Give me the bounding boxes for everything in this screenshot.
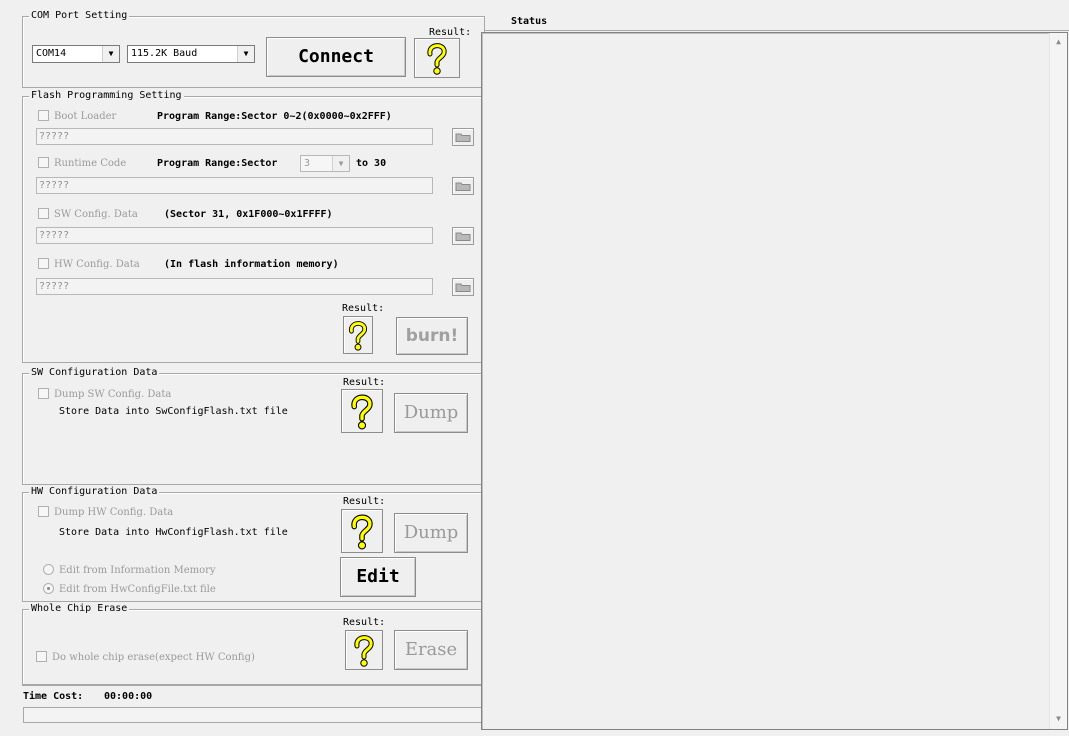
runtime-sector-select[interactable]: 3 ▼ xyxy=(300,155,350,172)
status-title-line xyxy=(484,30,1069,31)
com-port-select[interactable]: COM14 ▼ xyxy=(32,45,120,63)
runtime-sector-value: 3 xyxy=(304,158,311,169)
time-cost-label: Time Cost: xyxy=(23,691,84,702)
whole-chip-erase-checkbox[interactable]: Do whole chip erase(expect HW Config) xyxy=(36,651,255,664)
flash-programming-title: Flash Programming Setting xyxy=(29,89,184,103)
runtime-range-prefix: Program Range:Sector xyxy=(157,158,278,169)
chevron-down-icon: ▼ xyxy=(102,46,119,62)
radio-edit-hwconfig-file[interactable]: Edit from HwConfigFile.txt file xyxy=(43,583,216,596)
radio-edit-information-memory[interactable]: Edit from Information Memory xyxy=(43,564,216,577)
sw-configuration-title: SW Configuration Data xyxy=(29,366,160,380)
hw-config-checkbox[interactable]: HW Config. Data xyxy=(38,258,140,271)
hw-store-text: Store Data into HwConfigFlash.txt file xyxy=(59,527,288,538)
radio-circle-selected xyxy=(43,583,54,594)
burn-button[interactable]: burn! xyxy=(396,317,468,355)
connect-result-icon xyxy=(414,38,460,78)
status-log-area[interactable]: ▲ ▼ xyxy=(481,32,1068,730)
scroll-up-arrow-icon[interactable]: ▲ xyxy=(1050,37,1067,46)
hw-dump-result-icon xyxy=(341,509,383,553)
erase-result-icon xyxy=(345,630,383,670)
dump-hw-label: Dump HW Config. Data xyxy=(54,507,174,518)
question-icon xyxy=(354,635,374,667)
sw-config-folder-button[interactable] xyxy=(452,227,474,245)
checkbox-box xyxy=(38,258,49,269)
sw-config-path-field[interactable]: ????? xyxy=(36,227,433,244)
burn-result-label: Result: xyxy=(342,303,385,314)
sw-config-range: (Sector 31, 0x1F000~0x1FFFF) xyxy=(164,209,333,220)
boot-loader-range: Program Range:Sector 0~2(0x0000~0x2FFF) xyxy=(157,111,392,122)
chevron-down-icon: ▼ xyxy=(237,46,254,62)
time-cost-value: 00:00:00 xyxy=(104,691,153,702)
hw-dump-result-label: Result: xyxy=(343,496,386,507)
whole-chip-erase-title: Whole Chip Erase xyxy=(29,602,130,616)
sw-dump-result-icon xyxy=(341,389,383,433)
radio-file-label: Edit from HwConfigFile.txt file xyxy=(59,584,216,595)
connect-button[interactable]: Connect xyxy=(266,37,406,77)
checkbox-box xyxy=(38,157,49,168)
baud-rate-value: 115.2K Baud xyxy=(131,48,198,59)
question-icon xyxy=(427,43,447,75)
status-scrollbar[interactable]: ▲ ▼ xyxy=(1049,33,1067,729)
folder-icon xyxy=(455,182,471,191)
chevron-down-icon: ▼ xyxy=(332,156,349,171)
hw-config-range: (In flash information memory) xyxy=(164,259,339,270)
folder-icon xyxy=(455,283,471,292)
runtime-folder-button[interactable] xyxy=(452,177,474,195)
sw-dump-result-label: Result: xyxy=(343,377,386,388)
sw-dump-button[interactable]: Dump xyxy=(394,393,468,433)
boot-loader-folder-button[interactable] xyxy=(452,128,474,146)
progress-bar xyxy=(23,707,483,723)
hw-dump-button[interactable]: Dump xyxy=(394,513,468,553)
question-icon xyxy=(349,321,367,351)
folder-icon xyxy=(455,232,471,241)
sw-config-checkbox[interactable]: SW Config. Data xyxy=(38,208,138,221)
question-icon xyxy=(351,394,373,430)
whole-chip-erase-label: Do whole chip erase(expect HW Config) xyxy=(52,652,255,663)
checkbox-box xyxy=(38,208,49,219)
com-port-title: COM Port Setting xyxy=(29,9,130,23)
scroll-down-arrow-icon[interactable]: ▼ xyxy=(1050,714,1067,723)
folder-icon xyxy=(455,133,471,142)
radio-info-label: Edit from Information Memory xyxy=(59,565,216,576)
time-cost-divider xyxy=(22,685,484,686)
checkbox-box xyxy=(38,506,49,517)
boot-loader-path-field[interactable]: ????? xyxy=(36,128,433,145)
hw-config-path-field[interactable]: ????? xyxy=(36,278,433,295)
status-title: Status xyxy=(511,16,548,27)
question-icon xyxy=(351,514,373,550)
checkbox-box xyxy=(38,110,49,121)
erase-result-label: Result: xyxy=(343,617,386,628)
hw-configuration-title: HW Configuration Data xyxy=(29,485,160,499)
dump-sw-label: Dump SW Config. Data xyxy=(54,389,172,400)
baud-rate-select[interactable]: 115.2K Baud ▼ xyxy=(127,45,255,63)
checkbox-box xyxy=(38,388,49,399)
connect-result-label: Result: xyxy=(429,27,472,38)
hw-config-folder-button[interactable] xyxy=(452,278,474,296)
edit-button[interactable]: Edit xyxy=(340,557,416,597)
runtime-path-field[interactable]: ????? xyxy=(36,177,433,194)
runtime-range-suffix: to 30 xyxy=(356,158,387,169)
sw-config-label: SW Config. Data xyxy=(54,209,138,220)
runtime-code-label: Runtime Code xyxy=(54,158,127,169)
dump-sw-checkbox[interactable]: Dump SW Config. Data xyxy=(38,388,171,401)
checkbox-box xyxy=(36,651,47,662)
hw-config-label: HW Config. Data xyxy=(54,259,140,270)
runtime-code-checkbox[interactable]: Runtime Code xyxy=(38,157,126,170)
dump-hw-checkbox[interactable]: Dump HW Config. Data xyxy=(38,506,173,519)
com-port-value: COM14 xyxy=(36,48,67,59)
erase-button[interactable]: Erase xyxy=(394,630,468,670)
boot-loader-label: Boot Loader xyxy=(54,111,117,122)
sw-store-text: Store Data into SwConfigFlash.txt file xyxy=(59,406,288,417)
burn-result-icon xyxy=(343,316,373,354)
boot-loader-checkbox[interactable]: Boot Loader xyxy=(38,110,116,123)
radio-circle xyxy=(43,564,54,575)
